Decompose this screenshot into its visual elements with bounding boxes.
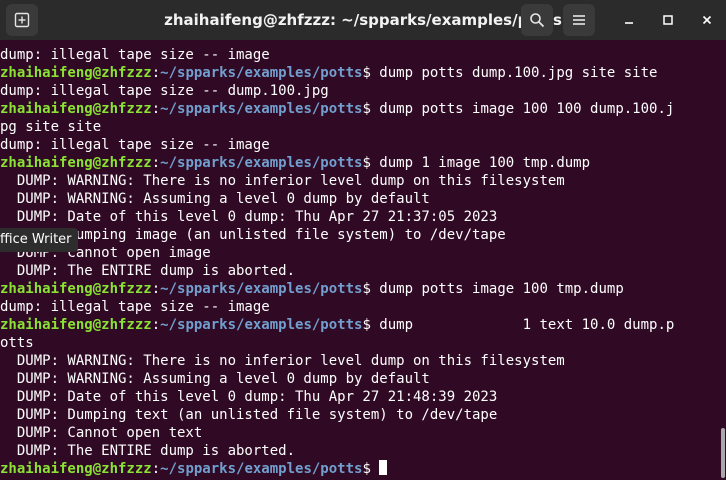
- terminal-scrollbar[interactable]: [714, 40, 726, 480]
- command-text: $ dump 1 text 10.0 dump.p: [362, 317, 675, 333]
- prompt-path: ~/spparks/examples/potts: [160, 101, 363, 117]
- maximize-button[interactable]: [656, 8, 680, 32]
- terminal-line: pg site site: [0, 119, 102, 135]
- command-text: $ dump potts dump.100.jpg site site: [362, 65, 658, 81]
- prompt-user: zhaihaifeng@zhfzzz: [0, 65, 152, 81]
- menu-button[interactable]: [563, 4, 595, 36]
- terminal-line: zhaihaifeng@zhfzzz:~/spparks/examples/po…: [0, 460, 388, 478]
- title-bar: zhaihaifeng@zhfzzz: ~/spparks/examples/p…: [0, 0, 726, 40]
- prompt-user: zhaihaifeng@zhfzzz: [0, 317, 152, 333]
- new-tab-button[interactable]: [6, 4, 38, 36]
- command-text: $ dump potts image 100 tmp.dump: [362, 281, 624, 297]
- prompt-separator: :: [151, 65, 161, 81]
- terminal-line: zhaihaifeng@zhfzzz:~/spparks/examples/po…: [0, 64, 657, 82]
- maximize-icon: [663, 15, 673, 25]
- minimize-icon: [625, 22, 633, 24]
- search-icon: [530, 13, 545, 28]
- prompt-separator: :: [151, 101, 161, 117]
- terminal-cursor: [379, 460, 388, 475]
- prompt-separator: :: [151, 155, 161, 171]
- prompt-separator: :: [151, 461, 161, 477]
- hamburger-menu-icon: [573, 15, 585, 25]
- terminal-line: DUMP: Cannot open text: [0, 425, 203, 441]
- terminal-line: DUMP: The ENTIRE dump is aborted.: [0, 443, 296, 459]
- prompt-path: ~/spparks/examples/potts: [160, 155, 363, 171]
- terminal-line: DUMP: WARNING: There is no inferior leve…: [0, 173, 565, 189]
- terminal-line: DUMP: WARNING: Assuming a level 0 dump b…: [0, 371, 430, 387]
- terminal-line: zhaihaifeng@zhfzzz:~/spparks/examples/po…: [0, 316, 674, 334]
- command-text: $ dump potts image 100 100 dump.100.j: [362, 101, 675, 117]
- terminal-output[interactable]: dump: illegal tape size -- image zhaihaif…: [0, 40, 714, 480]
- prompt-separator: :: [151, 281, 161, 297]
- minimize-button[interactable]: [617, 8, 641, 32]
- prompt-user: zhaihaifeng@zhfzzz: [0, 461, 152, 477]
- terminal-line: dump: illegal tape size -- dump.100.jpg: [0, 83, 329, 99]
- prompt-path: ~/spparks/examples/potts: [160, 461, 363, 477]
- terminal-line: DUMP: The ENTIRE dump is aborted.: [0, 263, 296, 279]
- search-button[interactable]: [521, 4, 553, 36]
- command-text: $: [362, 461, 380, 477]
- terminal-line: zhaihaifeng@zhfzzz:~/spparks/examples/po…: [0, 154, 590, 172]
- command-text: $ dump 1 image 100 tmp.dump: [362, 155, 591, 171]
- terminal-line: dump: illegal tape size -- image: [0, 299, 270, 315]
- prompt-user: zhaihaifeng@zhfzzz: [0, 155, 152, 171]
- terminal-line: DUMP: WARNING: There is no inferior leve…: [0, 353, 565, 369]
- terminal-line: dump: illegal tape size -- image: [0, 47, 270, 63]
- close-button[interactable]: [695, 8, 719, 32]
- prompt-path: ~/spparks/examples/potts: [160, 65, 363, 81]
- scrollbar-thumb[interactable]: [721, 428, 725, 478]
- terminal-line: DUMP: Dumping text (an unlisted file sys…: [0, 407, 498, 423]
- prompt-path: ~/spparks/examples/potts: [160, 281, 363, 297]
- new-tab-icon: [14, 12, 30, 28]
- terminal-line: zhaihaifeng@zhfzzz:~/spparks/examples/po…: [0, 280, 624, 298]
- terminal-line: zhaihaifeng@zhfzzz:~/spparks/examples/po…: [0, 100, 674, 118]
- terminal-line: DUMP: Date of this level 0 dump: Thu Apr…: [0, 389, 498, 405]
- close-icon: [702, 15, 712, 25]
- prompt-separator: :: [151, 317, 161, 333]
- terminal-line: dump: illegal tape size -- image: [0, 137, 270, 153]
- terminal-line: DUMP: Date of this level 0 dump: Thu Apr…: [0, 209, 498, 225]
- prompt-user: zhaihaifeng@zhfzzz: [0, 101, 152, 117]
- prompt-user: zhaihaifeng@zhfzzz: [0, 281, 152, 297]
- prompt-path: ~/spparks/examples/potts: [160, 317, 363, 333]
- terminal-line: DUMP: WARNING: Assuming a level 0 dump b…: [0, 191, 430, 207]
- terminal-line: otts: [0, 335, 34, 351]
- taskbar-tooltip: ffice Writer: [0, 228, 78, 252]
